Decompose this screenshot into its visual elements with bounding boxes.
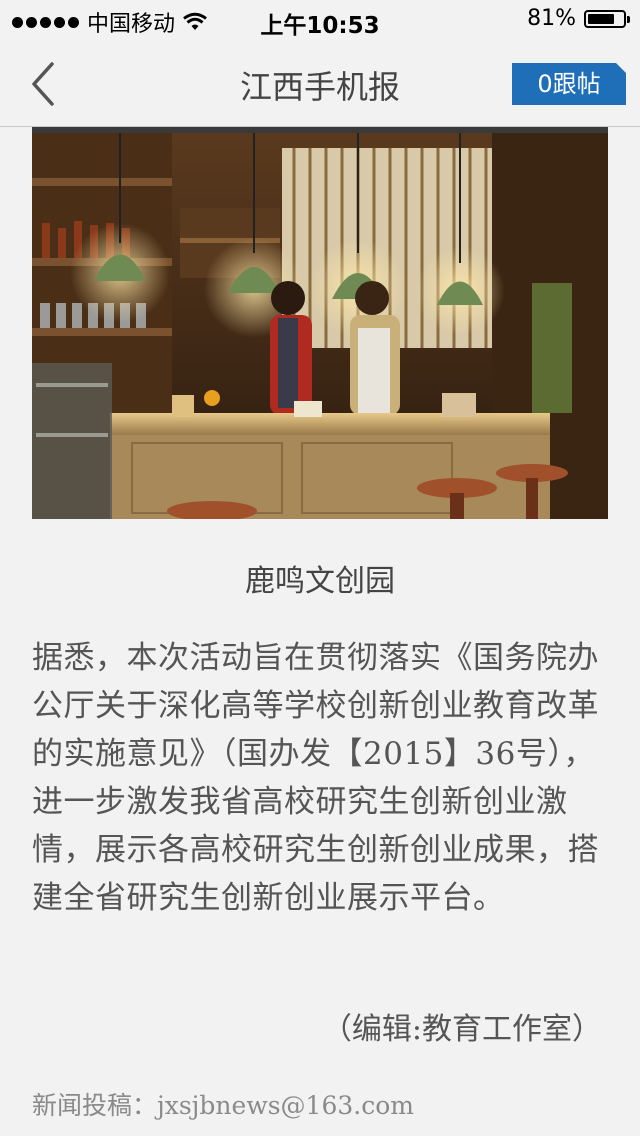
- navigation-bar: 江西手机报 0跟帖: [0, 40, 640, 127]
- battery-percent: 81%: [527, 6, 576, 31]
- cafe-interior-illustration: [32, 133, 608, 519]
- status-bar: 中国移动 上午10:53 81%: [0, 0, 640, 40]
- image-caption: 鹿鸣文创园: [245, 564, 395, 599]
- editor-note: （编辑:教育工作室）: [321, 1012, 602, 1047]
- article-body: 据悉，本次活动旨在贯彻落实《国务院办公厅关于深化高等学校创新创业教育改革的实施意…: [32, 640, 599, 916]
- submission-contact: 新闻投稿：jxsjbnews@163.com: [32, 1091, 414, 1120]
- article-photo: [32, 133, 608, 519]
- status-right: 81%: [527, 6, 630, 31]
- battery-icon: [584, 9, 630, 28]
- battery-fill: [588, 13, 615, 24]
- comment-count-button[interactable]: 0跟帖: [512, 62, 627, 105]
